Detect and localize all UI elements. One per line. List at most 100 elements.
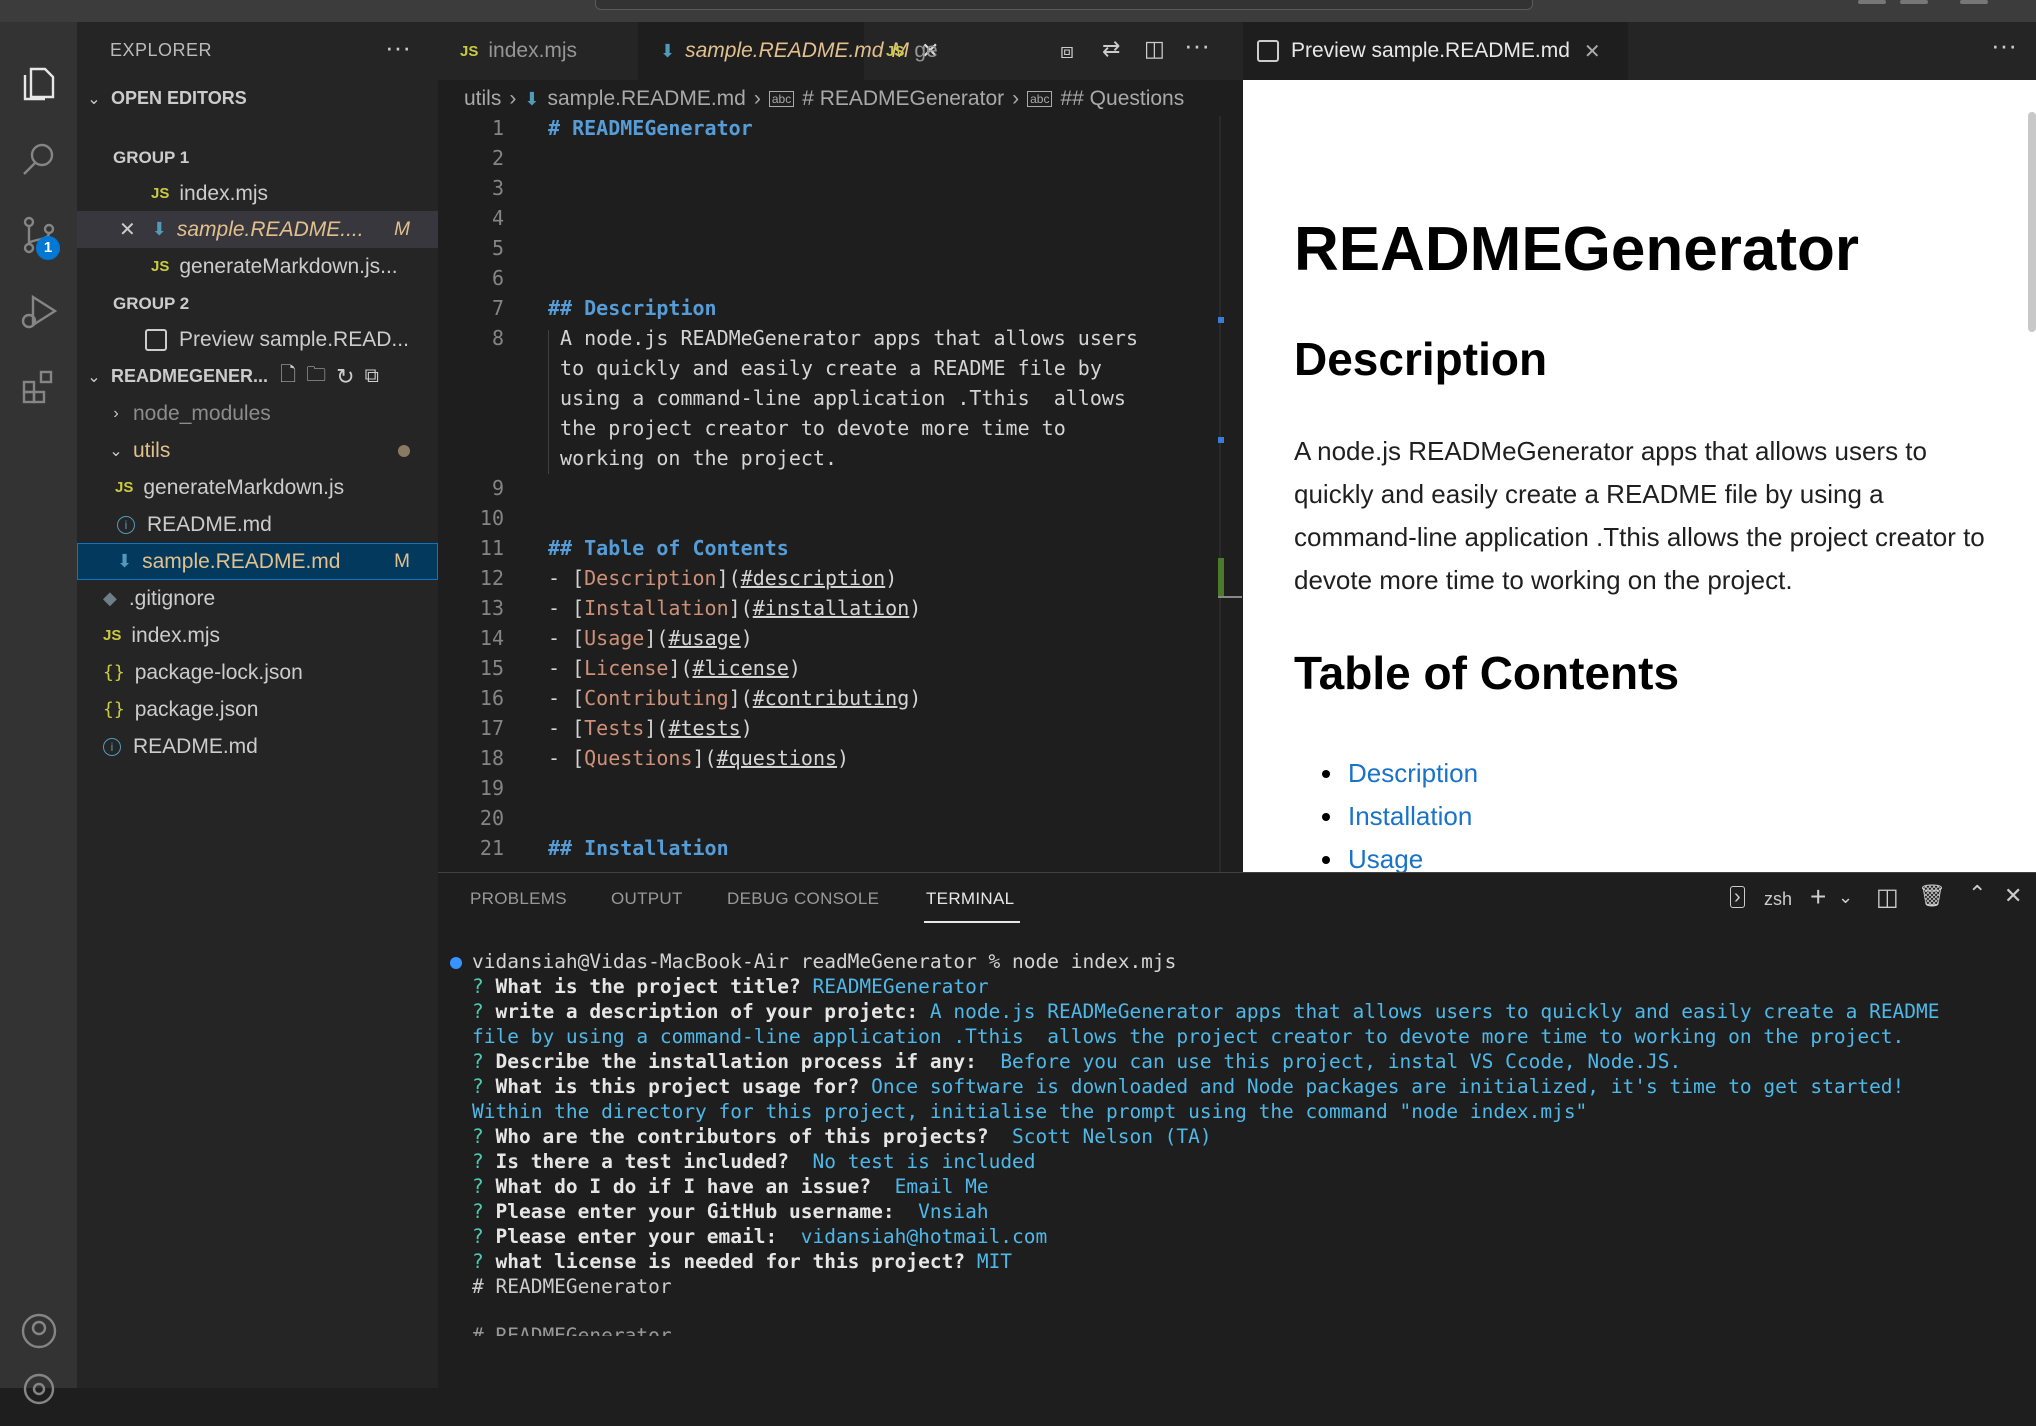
chevron-down-icon[interactable]: ⌄: [1838, 887, 1853, 908]
info-icon: i: [103, 737, 121, 756]
tab-problems[interactable]: PROBLEMS: [470, 889, 567, 909]
line-number: 6: [491, 266, 504, 290]
line-number: 15: [479, 656, 504, 680]
close-panel-icon[interactable]: ✕: [2004, 883, 2022, 909]
open-editor-sample-readme[interactable]: ✕ ⬇ sample.README.... M: [77, 211, 438, 248]
editor-scrollbar[interactable]: [1219, 116, 1221, 872]
shell-name[interactable]: zsh: [1764, 889, 1792, 910]
layout-toggle-icon[interactable]: [1900, 0, 1928, 4]
info-icon: i: [117, 515, 135, 534]
source-control-icon[interactable]: 1: [0, 198, 77, 272]
preview-icon: [145, 328, 167, 351]
activity-bar: 1: [0, 22, 77, 1405]
more-actions-icon[interactable]: ···: [1991, 30, 2017, 61]
tab-preview[interactable]: Preview sample.README.md ✕: [1243, 22, 1628, 80]
tree-gitignore[interactable]: ◆ .gitignore: [77, 580, 438, 617]
new-folder-icon[interactable]: 🗀: [306, 360, 326, 394]
git-file-icon: ◆: [103, 588, 117, 608]
code-line: ## Description: [548, 296, 717, 320]
code-line: A node.js READMeGenerator apps that allo…: [548, 326, 1139, 350]
split-editor-icon[interactable]: ◫: [1144, 36, 1165, 62]
title-bar: [0, 0, 2036, 22]
line-number: 21: [479, 836, 504, 860]
command-center[interactable]: [595, 0, 1533, 10]
line-number: 16: [479, 686, 504, 710]
markdown-file-icon: ⬇: [151, 219, 167, 239]
terminal-line: Within the directory for this project, i…: [472, 1100, 1588, 1123]
explorer-icon[interactable]: [0, 46, 77, 120]
preview-tabs: Preview sample.README.md ✕ ···: [1243, 22, 2036, 80]
preview-toc: Description Installation Usage: [1294, 752, 1478, 881]
toc-link[interactable]: Installation: [1294, 795, 1478, 838]
code-line: - [Questions](#questions): [548, 746, 850, 770]
javascript-file-icon: JS: [151, 258, 170, 275]
close-icon[interactable]: ✕: [1584, 39, 1601, 64]
scm-badge: 1: [36, 236, 60, 260]
code-line: # READMEGenerator: [548, 116, 753, 140]
split-terminal-icon[interactable]: ◫: [1876, 883, 1899, 912]
tab-debug-console[interactable]: DEBUG CONSOLE: [727, 889, 879, 909]
collapse-all-icon[interactable]: ⧉: [365, 365, 379, 388]
javascript-file-icon: JS: [103, 627, 122, 644]
toc-link[interactable]: Description: [1294, 752, 1478, 795]
modified-dot-icon: [398, 444, 410, 457]
editor-group: JS index.mjs ⬇ sample.README.md M ✕ JS g…: [438, 22, 1659, 872]
tree-sample-readme[interactable]: ⬇ sample.README.md M: [77, 543, 438, 580]
line-number: 17: [479, 716, 504, 740]
open-editor-preview[interactable]: Preview sample.READ...: [77, 321, 438, 358]
line-number: 13: [479, 596, 504, 620]
open-editor-index[interactable]: JS index.mjs: [77, 175, 438, 212]
tree-utils[interactable]: ⌄ utils: [77, 432, 438, 469]
code-line: using a command-line application .Tthis …: [548, 386, 1126, 410]
tab-index-mjs[interactable]: JS index.mjs: [438, 22, 638, 80]
code-line: - [Description](#description): [548, 566, 898, 590]
manage-icon[interactable]: [0, 1352, 77, 1426]
open-preview-icon[interactable]: ⧈: [1060, 38, 1074, 64]
terminal-line: # READMEGenerator: [472, 1275, 672, 1298]
tab-sample-readme[interactable]: ⬇ sample.README.md M ✕: [638, 22, 939, 80]
tree-utils-readme[interactable]: i README.md: [77, 506, 438, 543]
tab-generate-markdown[interactable]: JS ge: [864, 22, 944, 80]
tree-generate-markdown[interactable]: JS generateMarkdown.js: [77, 469, 438, 506]
tree-package-lock[interactable]: {} package-lock.json: [77, 654, 438, 691]
tree-node-modules[interactable]: › node_modules: [77, 395, 438, 432]
trash-icon[interactable]: 🗑: [1918, 883, 1946, 909]
tree-readme[interactable]: i README.md: [77, 728, 438, 765]
line-number: 3: [491, 176, 504, 200]
compare-changes-icon[interactable]: ⇄: [1102, 36, 1120, 62]
maximize-panel-icon[interactable]: ⌃: [1968, 881, 1986, 907]
more-actions-icon[interactable]: ···: [1184, 30, 1210, 61]
terminal-output[interactable]: vidansiah@Vidas-MacBook-Air readMeGenera…: [472, 949, 1940, 1336]
preview-icon: [1257, 40, 1279, 62]
line-number: 10: [479, 506, 504, 530]
symbol-string-icon: abc: [1027, 91, 1053, 107]
layout-toggle-icon[interactable]: [1960, 0, 1988, 4]
new-file-icon[interactable]: 🗋: [280, 360, 296, 394]
preview-scrollbar[interactable]: [2028, 112, 2036, 332]
tree-index[interactable]: JS index.mjs: [77, 617, 438, 654]
line-number: 1: [491, 116, 504, 140]
run-debug-icon[interactable]: [0, 274, 77, 348]
new-terminal-icon[interactable]: +: [1810, 881, 1826, 913]
project-folder-header[interactable]: ⌄ READMEGENER... 🗋 🗀 ↻ ⧉: [77, 358, 438, 395]
search-icon[interactable]: [0, 122, 77, 196]
open-editors-header[interactable]: ⌄ OPEN EDITORS: [77, 80, 438, 117]
tree-package[interactable]: {} package.json: [77, 691, 438, 728]
code-line: to quickly and easily create a README fi…: [548, 356, 1102, 380]
code-line: - [License](#license): [548, 656, 801, 680]
terminal-line: ? Please enter your email: vidansiah@hot…: [472, 1225, 1048, 1248]
tab-output[interactable]: OUTPUT: [611, 889, 683, 909]
close-icon[interactable]: ✕: [119, 217, 136, 242]
line-number: 2: [491, 146, 504, 170]
refresh-icon[interactable]: ↻: [336, 364, 354, 390]
preview-description: A node.js READMeGenerator apps that allo…: [1294, 436, 1985, 595]
group-1-header: GROUP 1: [113, 147, 190, 167]
code-line: the project creator to devote more time …: [548, 416, 1066, 440]
extensions-icon[interactable]: [0, 350, 77, 424]
tab-terminal[interactable]: TERMINAL: [926, 889, 1014, 909]
explorer-sidebar: EXPLORER ··· ⌄ OPEN EDITORS GROUP 1 JS i…: [77, 22, 438, 1388]
layout-toggle-icon[interactable]: [1858, 0, 1886, 4]
more-actions-icon[interactable]: ···: [385, 32, 411, 63]
open-editor-generate-markdown[interactable]: JS generateMarkdown.js...: [77, 248, 438, 285]
markdown-file-icon: ⬇: [117, 551, 133, 571]
